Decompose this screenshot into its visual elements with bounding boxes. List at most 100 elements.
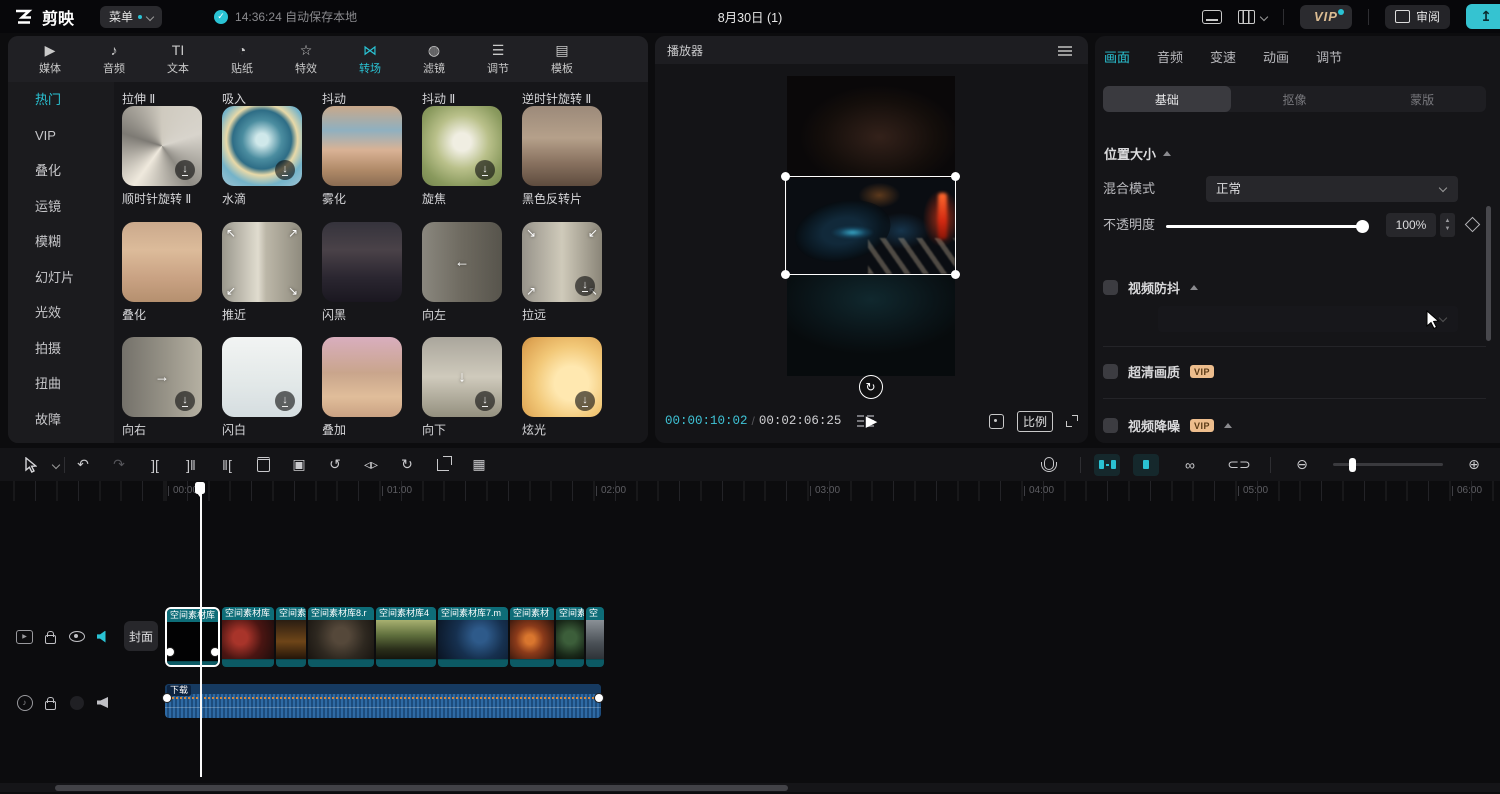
category-模糊[interactable]: 模糊 [8,224,114,260]
lock-icon[interactable] [42,628,59,645]
transition-item[interactable]: ↖↗↙↘推近 [222,222,322,323]
transition-item[interactable]: 闪黑 [322,222,422,323]
timeline-zoom-slider[interactable] [1333,463,1443,466]
clip-handle-right[interactable] [210,647,220,657]
select-tool-icon[interactable] [12,457,48,473]
link-clips-icon[interactable]: ∞ [1172,457,1208,473]
audio-volume-line[interactable] [165,697,601,699]
transition-item[interactable]: →↓向右 [122,337,222,438]
mirror-icon[interactable]: ◃▹ [353,456,389,473]
zoom-slider-handle[interactable] [1349,458,1356,472]
review-button[interactable]: 审阅 [1385,5,1450,29]
transition-thumbnail[interactable] [322,222,402,302]
transition-item[interactable]: 叠化 [122,222,222,323]
focus-frame-icon[interactable] [989,414,1004,429]
resize-handle-tl[interactable] [781,172,790,181]
denoise-checkbox[interactable] [1103,418,1118,433]
rotate-handle[interactable]: ↻ [859,375,883,399]
category-叠化[interactable]: 叠化 [8,153,114,189]
transition-thumbnail[interactable]: ↓ [422,106,502,186]
category-扭曲[interactable]: 扭曲 [8,366,114,402]
transition-thumbnail[interactable]: ↓↓ [422,337,502,417]
keyframe-diamond-icon[interactable] [1465,217,1481,233]
ratio-button[interactable]: 比例 [1017,411,1053,432]
clip[interactable]: 空间素材库4 [376,607,436,667]
vip-button[interactable]: VIP [1300,5,1352,29]
timeline-zoom-in-icon[interactable]: ⊕ [1456,456,1492,473]
clip[interactable]: 空 [586,607,604,667]
opacity-slider-handle[interactable] [1356,220,1369,233]
transition-item[interactable]: ↓水滴 [222,106,322,207]
cover-button[interactable]: 封面 [124,621,158,651]
tab-effects[interactable]: ☆特效 [278,36,334,82]
tab-transitions[interactable]: ⋈转场 [342,36,398,82]
play-button[interactable]: ▶ [866,412,878,430]
transition-thumbnail[interactable]: ↓ [122,106,202,186]
rotate-icon[interactable]: ↻ [389,456,425,473]
tab-adjust[interactable]: ☰调节 [470,36,526,82]
chevron-down-icon[interactable] [48,462,64,468]
opacity-stepper[interactable]: ▲▼ [1440,213,1455,237]
lock-icon[interactable] [42,694,59,711]
transition-thumbnail[interactable] [522,106,602,186]
opacity-slider[interactable] [1166,225,1363,228]
position-size-section[interactable]: 位置大小 [1104,144,1171,163]
transition-item[interactable]: 叠加 [322,337,422,438]
opacity-value[interactable]: 100% [1386,213,1436,237]
timeline-zoom-out-icon[interactable]: ⊖ [1284,456,1320,473]
inspector-tab-调节[interactable]: 调节 [1316,47,1342,66]
undo-icon[interactable]: ↶ [65,456,101,473]
unlink-clips-icon[interactable]: ⊂⊃ [1221,456,1257,473]
transition-item[interactable]: ↓闪白 [222,337,322,438]
clip[interactable]: 空间素材库7.m [438,607,508,667]
transition-thumbnail[interactable]: ↓ [222,106,302,186]
shortcut-keyboard-icon[interactable] [1202,10,1222,24]
category-拍摄[interactable]: 拍摄 [8,331,114,367]
category-光效[interactable]: 光效 [8,295,114,331]
layout-switch-button[interactable] [1238,10,1267,24]
inspector-scrollbar[interactable] [1486,206,1491,341]
redo-icon[interactable]: ↷ [101,456,137,473]
speaker-icon[interactable] [94,694,111,711]
transition-item[interactable]: ↓炫光 [522,337,622,438]
transition-item[interactable]: ←向左 [422,222,522,323]
audio-keyframe-handle-right[interactable] [594,693,604,703]
tab-filters[interactable]: ◍滤镜 [406,36,462,82]
hd-quality-checkbox[interactable] [1103,364,1118,379]
resize-handle-bl[interactable] [781,270,790,279]
category-幻灯片[interactable]: 幻灯片 [8,260,114,296]
menu-button[interactable]: 菜单 [100,6,162,28]
audio-track-icon[interactable]: ♪ [16,694,33,711]
freeze-frame-icon[interactable]: ▣ [281,456,317,473]
transition-thumbnail[interactable] [322,106,402,186]
trim-right-icon[interactable]: ‖[ [209,457,245,473]
reverse-icon[interactable]: ↺ [317,456,353,473]
audio-clip[interactable]: 下载 [165,684,601,718]
split-icon[interactable]: ][ [137,457,173,473]
playhead-handle[interactable] [195,482,205,494]
preview-axis-icon[interactable] [1133,454,1159,476]
transition-thumbnail[interactable]: ← [422,222,502,302]
category-运镜[interactable]: 运镜 [8,189,114,225]
tab-audio[interactable]: ♪音频 [86,36,142,82]
video-track-icon[interactable]: ▶ [16,628,33,645]
transition-item[interactable]: ↓↓向下 [422,337,522,438]
transition-item[interactable]: 雾化 [322,106,422,207]
export-button[interactable]: ↥ [1466,4,1500,29]
resize-handle-tr[interactable] [951,172,960,181]
clip-handle-left[interactable] [165,647,175,657]
transition-item[interactable]: ↓旋焦 [422,106,522,207]
clip[interactable]: 空间素材 [510,607,554,667]
inspector-subtab-抠像[interactable]: 抠像 [1231,86,1359,112]
category-热门[interactable]: 热门 [8,82,114,118]
transition-item[interactable]: ↓顺时针旋转 Ⅱ [122,106,222,207]
transition-thumbnail[interactable] [122,222,202,302]
record-voice-icon[interactable] [1031,459,1067,470]
transition-thumbnail[interactable]: →↓ [122,337,202,417]
category-VIP[interactable]: VIP [8,118,114,154]
transition-thumbnail[interactable]: ↘↙↗↖↓ [522,222,602,302]
selection-box[interactable]: ↻ [785,176,956,275]
stabilize-checkbox[interactable] [1103,280,1118,295]
stabilize-level-select[interactable] [1158,306,1458,332]
hidden-icon[interactable] [68,694,85,711]
